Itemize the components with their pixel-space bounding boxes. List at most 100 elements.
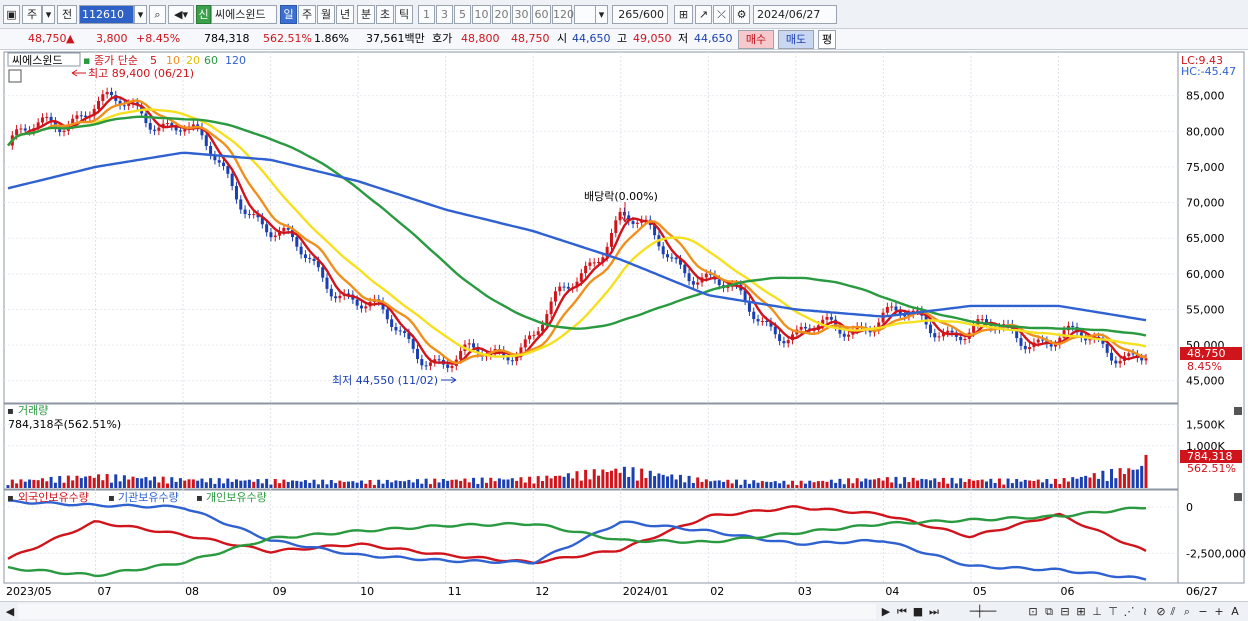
candle-body bbox=[1140, 358, 1144, 361]
candle-body bbox=[937, 336, 941, 338]
x-tick-label: 09 bbox=[273, 585, 287, 598]
ma-20: 20 bbox=[186, 54, 200, 67]
volume-bar bbox=[803, 483, 807, 488]
tab-month[interactable]: 월 bbox=[317, 5, 335, 24]
volume-bar bbox=[226, 478, 230, 488]
volume-pct: 562.51% bbox=[263, 32, 312, 45]
candle-body bbox=[269, 232, 273, 238]
candle-body bbox=[446, 364, 450, 368]
candle-body bbox=[459, 350, 463, 360]
grid-icon[interactable]: ⊟ bbox=[1058, 604, 1072, 619]
candle-body bbox=[799, 326, 803, 330]
ma-5: 5 bbox=[150, 54, 157, 67]
candle-body bbox=[390, 319, 394, 327]
buy-button[interactable]: 매수 bbox=[738, 30, 774, 49]
gear-icon[interactable]: ⚙ bbox=[733, 5, 750, 24]
volume-close-icon[interactable] bbox=[1234, 407, 1242, 415]
volume-bar bbox=[19, 479, 23, 488]
volume-bar bbox=[739, 484, 743, 488]
zigzag-icon[interactable]: ≀ bbox=[1138, 604, 1152, 619]
line-icon[interactable]: ⊤ bbox=[1106, 604, 1120, 619]
scroll-left-icon[interactable]: ◀ bbox=[4, 604, 16, 619]
zoom-slider[interactable]: ─┼── bbox=[948, 604, 1018, 619]
legend-institution: 기관보유수량 bbox=[118, 491, 179, 504]
candle-body bbox=[704, 273, 708, 278]
stock-code-input[interactable]: 112610 bbox=[79, 5, 134, 24]
volume-bar bbox=[614, 468, 618, 488]
candle-icon[interactable]: ⊥ bbox=[1090, 604, 1104, 619]
volume-bar bbox=[704, 479, 708, 488]
quote-bar: 48,750 ▲ 3,800 +8.45% 784,318 562.51% 1.… bbox=[0, 29, 1248, 50]
split-icon[interactable]: ⊡ bbox=[1026, 604, 1040, 619]
zoom-icon[interactable]: ⌕ bbox=[1180, 604, 1194, 619]
table-toggle-icon[interactable] bbox=[8, 69, 22, 83]
volume-bar bbox=[144, 477, 148, 488]
volume-bar bbox=[985, 481, 989, 488]
tab-week[interactable]: 주 bbox=[298, 5, 316, 24]
interval-5[interactable]: 5 bbox=[454, 5, 471, 24]
search-icon[interactable]: ⌕ bbox=[149, 5, 166, 24]
ma-120: 120 bbox=[225, 54, 246, 67]
x-tick-label: 07 bbox=[98, 585, 112, 598]
chart-settings-icon[interactable]: ⊞ bbox=[674, 5, 693, 24]
holder-close-icon[interactable] bbox=[1234, 493, 1242, 501]
table-icon[interactable]: ⊞ bbox=[1074, 604, 1088, 619]
volume-bar bbox=[222, 483, 226, 488]
chevron-down-icon[interactable]: ▾ bbox=[595, 5, 608, 24]
low-note: 최저 44,550 (11/02) bbox=[332, 374, 438, 387]
volume-bar bbox=[1101, 470, 1105, 488]
tab-second[interactable]: 초 bbox=[376, 5, 394, 24]
speaker-icon[interactable]: ◀▾ bbox=[168, 5, 194, 24]
period-day-select[interactable]: 주 bbox=[22, 5, 42, 24]
minus-icon[interactable]: − bbox=[1196, 604, 1210, 619]
volume-bar bbox=[1066, 481, 1070, 488]
eval-button[interactable]: 평 bbox=[818, 30, 836, 49]
interval-60[interactable]: 60 bbox=[532, 5, 551, 24]
interval-1[interactable]: 1 bbox=[418, 5, 435, 24]
x-tick-label: 11 bbox=[448, 585, 462, 598]
chevron-down-icon[interactable]: ▾ bbox=[42, 5, 55, 24]
volume-bar bbox=[165, 483, 169, 488]
prev-button[interactable]: 전 bbox=[57, 5, 77, 24]
text-tool-icon[interactable]: A bbox=[1228, 604, 1242, 619]
clear-icon[interactable]: ⤫ bbox=[713, 5, 730, 24]
candle-body bbox=[299, 246, 303, 255]
volume-bar bbox=[1058, 484, 1062, 488]
scroll-right-icon[interactable]: ▶ bbox=[880, 604, 892, 619]
sell-button[interactable]: 매도 bbox=[778, 30, 814, 49]
date-input[interactable]: 2024/06/27 bbox=[753, 5, 837, 24]
volume-bar bbox=[618, 472, 622, 488]
volume-bar bbox=[446, 480, 450, 488]
first-icon[interactable]: ⏮ bbox=[895, 604, 909, 619]
fib-icon[interactable]: ⫽ bbox=[1166, 604, 1180, 619]
candle-body bbox=[178, 130, 182, 132]
tab-year[interactable]: 년 bbox=[336, 5, 354, 24]
window-icon[interactable]: ▣ bbox=[3, 5, 20, 24]
interval-120[interactable]: 120 bbox=[552, 5, 574, 24]
candle-body bbox=[670, 257, 674, 259]
trend-icon[interactable]: ⋰ bbox=[1122, 604, 1136, 619]
count-input[interactable]: 265/600 bbox=[612, 5, 668, 24]
candle-body bbox=[980, 319, 984, 321]
candle-body bbox=[946, 330, 950, 333]
price-tick-label: 65,000 bbox=[1186, 232, 1225, 245]
stock-name[interactable]: 씨에스윈드 bbox=[211, 5, 277, 24]
copy-icon[interactable]: ⧉ bbox=[1042, 604, 1056, 619]
volume-bar bbox=[842, 484, 846, 488]
tab-day[interactable]: 일 bbox=[280, 5, 297, 24]
interval-30[interactable]: 30 bbox=[512, 5, 531, 24]
interval-10[interactable]: 10 bbox=[472, 5, 491, 24]
interval-20[interactable]: 20 bbox=[492, 5, 511, 24]
last-icon[interactable]: ⏭ bbox=[927, 604, 941, 619]
plus-icon[interactable]: + bbox=[1212, 604, 1226, 619]
draw-tool-icon[interactable]: ↗ bbox=[695, 5, 712, 24]
stop-icon[interactable]: ■ bbox=[911, 604, 925, 619]
scroll-track[interactable] bbox=[18, 604, 876, 619]
volume-bar bbox=[605, 472, 609, 488]
tab-tick[interactable]: 틱 bbox=[395, 5, 413, 24]
interval-3[interactable]: 3 bbox=[436, 5, 453, 24]
chevron-down-icon[interactable]: ▾ bbox=[134, 5, 147, 24]
stock-chart[interactable]: 85,000 80,000 75,000 70,000 65,000 60,000 55,0… bbox=[0, 50, 1248, 602]
volume-bar bbox=[381, 483, 385, 488]
tab-minute[interactable]: 분 bbox=[357, 5, 375, 24]
